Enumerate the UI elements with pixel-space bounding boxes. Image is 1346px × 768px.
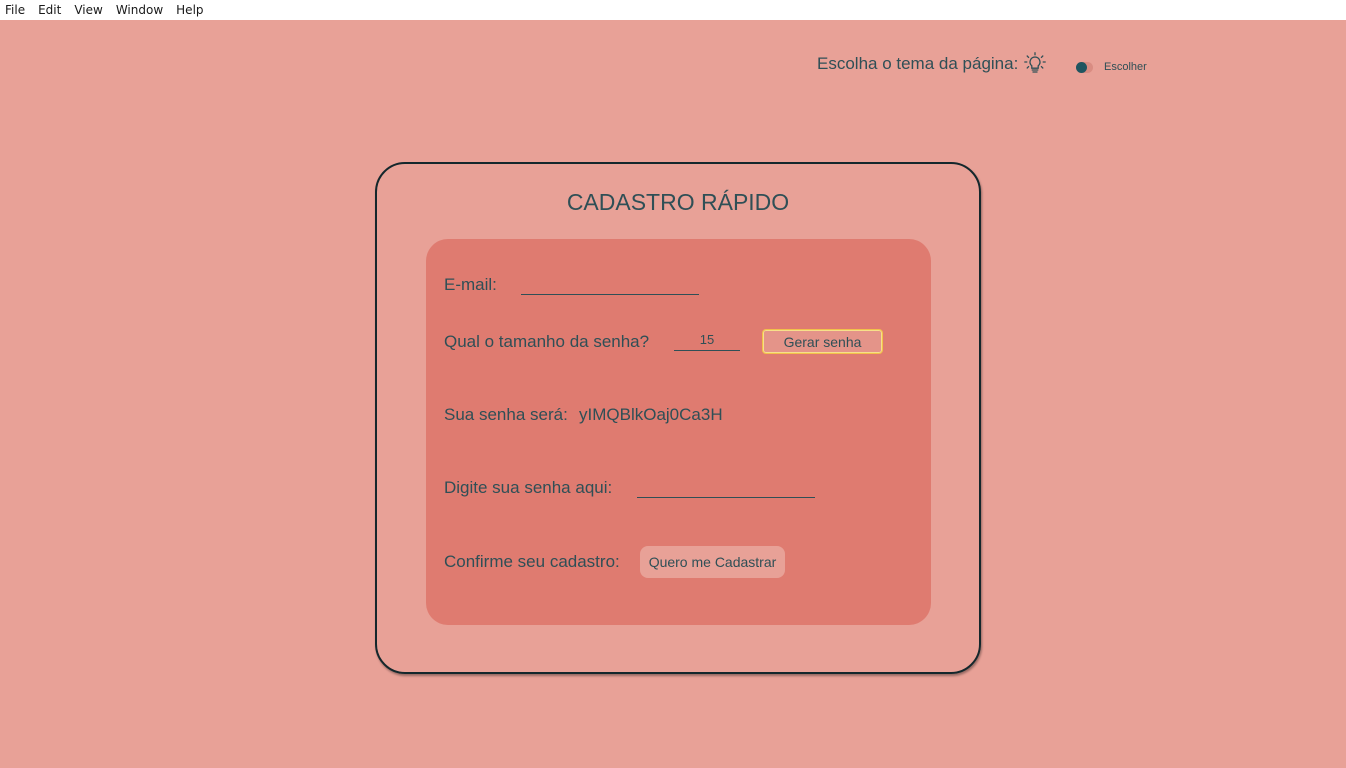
confirm-label: Confirme seu cadastro: xyxy=(444,552,620,571)
length-label: Qual o tamanho da senha? xyxy=(444,332,650,351)
toggle-knob xyxy=(1076,62,1087,73)
menu-window[interactable]: Window xyxy=(110,3,170,17)
email-label: E-mail: xyxy=(444,275,497,294)
theme-toggle[interactable] xyxy=(1076,62,1093,73)
password-label: Digite sua senha aqui: xyxy=(444,478,613,497)
register-button[interactable]: Quero me Cadastrar xyxy=(640,546,785,578)
card-title: CADASTRO RÁPIDO xyxy=(566,189,790,215)
generated-password: yIMQBlkOaj0Ca3H xyxy=(579,405,723,424)
email-input[interactable] xyxy=(521,274,699,295)
password-length-input[interactable]: 15 xyxy=(674,330,740,351)
menu-bar: File Edit View Window Help xyxy=(0,0,1346,20)
menu-help[interactable]: Help xyxy=(170,3,210,17)
menu-edit[interactable]: Edit xyxy=(32,3,68,17)
theme-label: Escolha o tema da página: xyxy=(817,54,1019,73)
menu-view[interactable]: View xyxy=(68,3,109,17)
theme-chooser: Escolha o tema da página: xyxy=(817,52,1047,76)
lightbulb-icon xyxy=(1024,52,1047,73)
theme-toggle-label: Escolher xyxy=(1104,61,1147,73)
menu-file[interactable]: File xyxy=(0,3,32,17)
generate-password-button[interactable]: Gerar senha xyxy=(762,329,883,354)
result-label: Sua senha será: xyxy=(444,405,568,424)
password-input[interactable] xyxy=(637,477,815,498)
